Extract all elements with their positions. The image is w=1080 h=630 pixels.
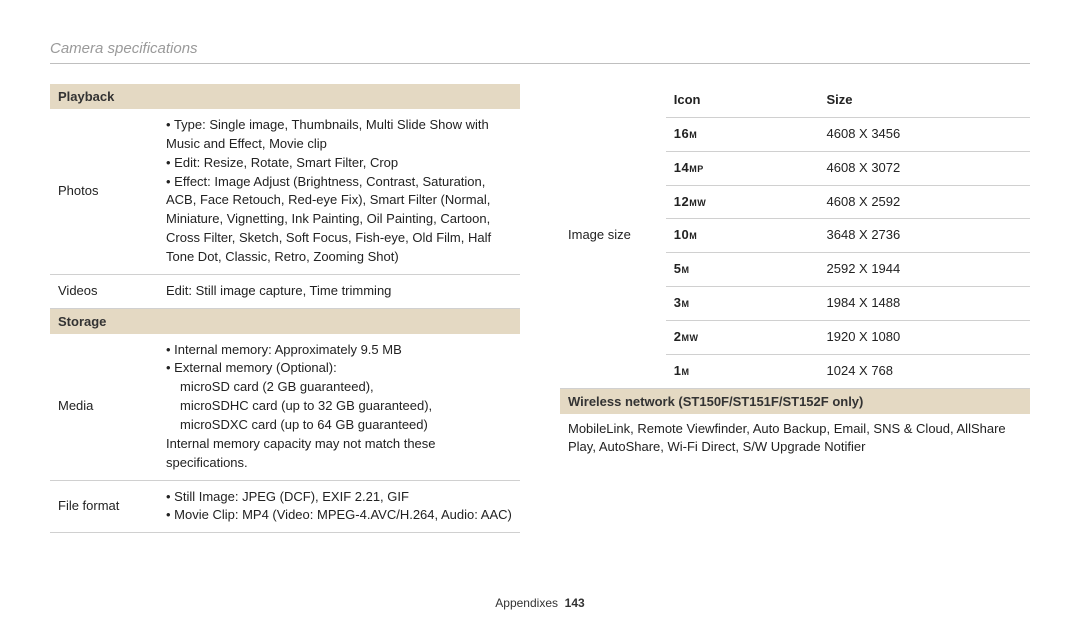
footer-section: Appendixes xyxy=(495,596,558,610)
photos-effect: Effect: Image Adjust (Brightness, Contra… xyxy=(166,173,512,267)
table-row: File format Still Image: JPEG (DCF), EXI… xyxy=(50,480,520,533)
table-row: Photos Type: Single image, Thumbnails, M… xyxy=(50,109,520,274)
media-external: External memory (Optional): microSD card… xyxy=(166,359,512,434)
photos-value: Type: Single image, Thumbnails, Multi Sl… xyxy=(158,109,520,274)
size-icon: 14MP xyxy=(666,151,819,185)
media-value: Internal memory: Approximately 9.5 MB Ex… xyxy=(158,334,520,480)
table-header-row: Image size Icon Size xyxy=(560,84,1030,117)
imagesize-label: Image size xyxy=(560,84,666,388)
right-column: Image size Icon Size 16M 4608 X 3456 14M… xyxy=(560,84,1030,533)
playback-header: Playback xyxy=(50,84,520,109)
size-value: 4608 X 2592 xyxy=(819,185,1031,219)
size-icon: 1M xyxy=(666,354,819,388)
fileformat-still: Still Image: JPEG (DCF), EXIF 2.21, GIF xyxy=(166,488,512,507)
left-column: Playback Photos Type: Single image, Thum… xyxy=(50,84,520,533)
imagesize-table: Image size Icon Size 16M 4608 X 3456 14M… xyxy=(560,84,1030,389)
fileformat-value: Still Image: JPEG (DCF), EXIF 2.21, GIF … xyxy=(158,480,520,533)
size-value: 1984 X 1488 xyxy=(819,287,1031,321)
footer-page-number: 143 xyxy=(565,596,585,610)
header-size: Size xyxy=(819,84,1031,117)
size-value: 1024 X 768 xyxy=(819,354,1031,388)
header-icon: Icon xyxy=(666,84,819,117)
media-label: Media xyxy=(50,334,158,480)
content-columns: Playback Photos Type: Single image, Thum… xyxy=(50,84,1030,533)
storage-header: Storage xyxy=(50,309,520,334)
size-value: 4608 X 3456 xyxy=(819,117,1031,151)
title-rule xyxy=(50,63,1030,64)
page-title: Camera specifications xyxy=(50,40,1030,57)
size-value: 3648 X 2736 xyxy=(819,219,1031,253)
photos-label: Photos xyxy=(50,109,158,274)
table-row: Media Internal memory: Approximately 9.5… xyxy=(50,334,520,480)
table-row: Videos Edit: Still image capture, Time t… xyxy=(50,274,520,308)
size-value: 4608 X 3072 xyxy=(819,151,1031,185)
media-note: Internal memory capacity may not match t… xyxy=(166,435,512,473)
size-icon: 10M xyxy=(666,219,819,253)
photos-edit: Edit: Resize, Rotate, Smart Filter, Crop xyxy=(166,154,512,173)
media-internal: Internal memory: Approximately 9.5 MB xyxy=(166,341,512,360)
size-value: 1920 X 1080 xyxy=(819,320,1031,354)
size-value: 2592 X 1944 xyxy=(819,253,1031,287)
size-icon: 2MW xyxy=(666,320,819,354)
size-icon: 12MW xyxy=(666,185,819,219)
wireless-header: Wireless network (ST150F/ST151F/ST152F o… xyxy=(560,389,1030,414)
photos-type: Type: Single image, Thumbnails, Multi Sl… xyxy=(166,116,512,154)
size-icon: 3M xyxy=(666,287,819,321)
size-icon: 5M xyxy=(666,253,819,287)
page-footer: Appendixes 143 xyxy=(0,596,1080,610)
size-icon: 16M xyxy=(666,117,819,151)
videos-label: Videos xyxy=(50,274,158,308)
playback-table: Photos Type: Single image, Thumbnails, M… xyxy=(50,109,520,309)
fileformat-movie: Movie Clip: MP4 (Video: MPEG-4.AVC/H.264… xyxy=(166,506,512,525)
videos-value: Edit: Still image capture, Time trimming xyxy=(158,274,520,308)
fileformat-label: File format xyxy=(50,480,158,533)
storage-table: Media Internal memory: Approximately 9.5… xyxy=(50,334,520,534)
wireless-body: MobileLink, Remote Viewfinder, Auto Back… xyxy=(560,414,1030,464)
